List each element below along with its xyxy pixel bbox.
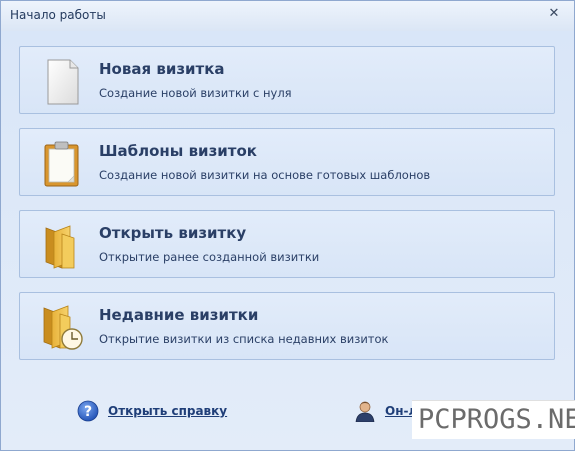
open-help-link[interactable]: ? Открыть справку bbox=[77, 400, 247, 422]
start-dialog-window: Начало работы ✕ Новая визитка Создание н… bbox=[0, 0, 575, 451]
title-bar: Начало работы ✕ bbox=[1, 1, 574, 31]
templates-title: Шаблоны визиток bbox=[99, 142, 257, 160]
new-card-title: Новая визитка bbox=[99, 60, 225, 78]
blank-document-icon bbox=[47, 59, 79, 105]
window-title: Начало работы bbox=[10, 8, 106, 22]
new-card-option[interactable]: Новая визитка Создание новой визитки с н… bbox=[19, 46, 555, 114]
open-help-label: Открыть справку bbox=[108, 404, 228, 418]
watermark-text: PCPROGS.NET bbox=[418, 404, 575, 435]
help-icon: ? bbox=[77, 400, 99, 422]
open-folder-icon bbox=[45, 225, 75, 269]
recent-cards-option[interactable]: Недавние визитки Открытие визитки из спи… bbox=[19, 292, 555, 360]
recent-folder-clock-icon bbox=[43, 305, 83, 350]
open-card-description: Открытие ранее созданной визитки bbox=[99, 250, 320, 264]
svg-text:?: ? bbox=[84, 404, 92, 420]
clipboard-template-icon bbox=[44, 141, 79, 187]
watermark-overlay: PCPROGS.NET bbox=[412, 400, 575, 439]
user-icon bbox=[355, 401, 375, 422]
dialog-content: Новая визитка Создание новой визитки с н… bbox=[1, 31, 574, 450]
open-card-title: Открыть визитку bbox=[99, 224, 247, 242]
open-card-option[interactable]: Открыть визитку Открытие ранее созданной… bbox=[19, 210, 555, 278]
templates-description: Создание новой визитки на основе готовых… bbox=[99, 168, 431, 182]
recent-cards-title: Недавние визитки bbox=[99, 306, 259, 324]
templates-option[interactable]: Шаблоны визиток Создание новой визитки н… bbox=[19, 128, 555, 196]
new-card-description: Создание новой визитки с нуля bbox=[99, 86, 292, 100]
close-button[interactable]: ✕ bbox=[546, 6, 562, 22]
recent-cards-description: Открытие визитки из списка недавних визи… bbox=[99, 332, 389, 346]
